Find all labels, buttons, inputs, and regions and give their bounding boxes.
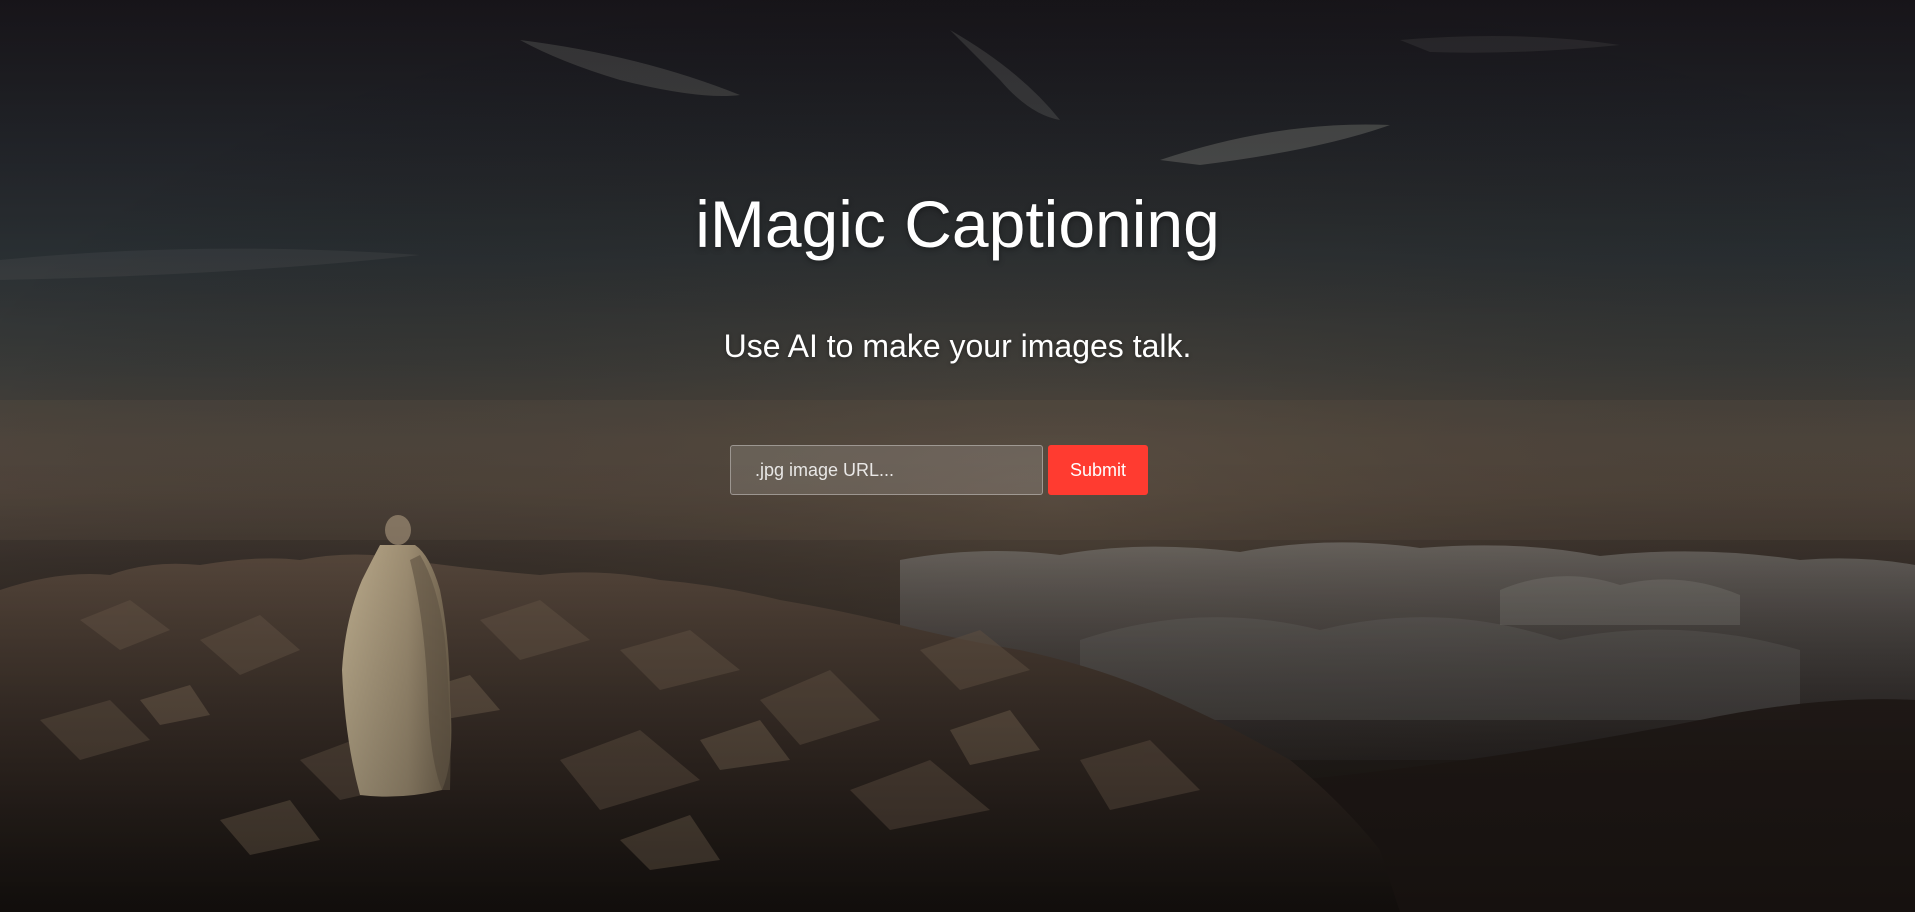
image-url-input[interactable] [730, 445, 1043, 495]
hero-section: iMagic Captioning Use AI to make your im… [0, 0, 1915, 912]
submit-button[interactable]: Submit [1048, 445, 1148, 495]
caption-form: Submit [730, 445, 1148, 495]
page-subtitle: Use AI to make your images talk. [723, 328, 1192, 364]
page-title: iMagic Captioning [695, 187, 1220, 261]
